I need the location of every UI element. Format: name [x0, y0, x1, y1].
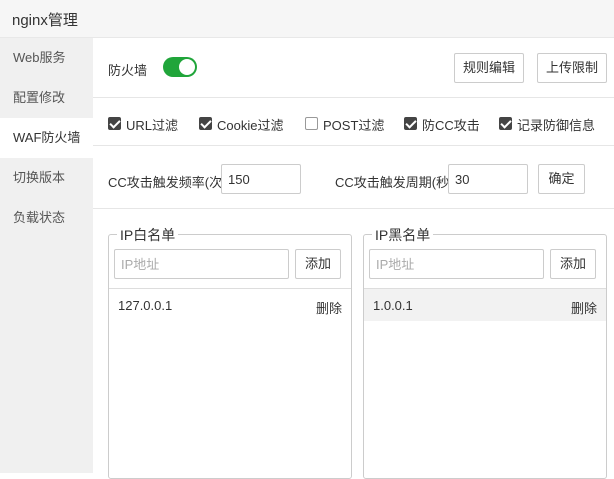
filter-options-row: URL过滤 Cookie过滤 POST过滤 防CC攻击 记录防御信息	[93, 98, 614, 146]
checkbox-checked-icon	[404, 117, 417, 130]
cc-frequency-label: CC攻击触发频率(次)	[108, 175, 227, 190]
whitelist-add-button[interactable]: 添加	[295, 249, 341, 279]
firewall-label: 防火墙	[108, 63, 148, 78]
list-item: 127.0.0.1 删除	[109, 289, 351, 321]
upload-limit-button[interactable]: 上传限制	[537, 53, 607, 83]
checkbox-label: URL过滤	[126, 118, 179, 133]
ip-whitelist-panel: IP白名单 添加 127.0.0.1 删除	[108, 225, 352, 479]
sidebar-item-load-status[interactable]: 负载状态	[0, 198, 93, 238]
toggle-knob	[179, 59, 195, 75]
checkbox-label: POST过滤	[323, 118, 385, 133]
checkbox-checked-icon	[499, 117, 512, 130]
list-item-ip: 127.0.0.1	[118, 298, 173, 313]
cc-frequency-input[interactable]	[221, 164, 301, 194]
checkbox-unchecked-icon	[305, 117, 318, 130]
checkbox-checked-icon	[108, 117, 121, 130]
firewall-toggle[interactable]	[163, 57, 197, 77]
cc-confirm-button[interactable]: 确定	[538, 164, 585, 194]
sidebar-item-config-edit[interactable]: 配置修改	[0, 78, 93, 118]
checkbox-label: Cookie过滤	[217, 118, 284, 133]
sidebar-item-web-service[interactable]: Web服务	[0, 38, 93, 78]
list-item: 1.0.0.1 删除	[364, 289, 606, 321]
log-defense-checkbox[interactable]: 记录防御信息	[499, 115, 596, 133]
sidebar-item-waf-firewall[interactable]: WAF防火墙	[0, 118, 93, 158]
url-filter-checkbox[interactable]: URL过滤	[108, 115, 179, 133]
checkbox-label: 防CC攻击	[422, 118, 480, 133]
ip-blacklist-panel: IP黑名单 添加 1.0.0.1 删除	[363, 225, 607, 479]
window-titlebar: nginx管理	[0, 0, 614, 38]
cc-period-input[interactable]	[448, 164, 528, 194]
rules-edit-button[interactable]: 规则编辑	[454, 53, 524, 83]
anti-cc-checkbox[interactable]: 防CC攻击	[404, 115, 480, 133]
main-panel: 防火墙 规则编辑 上传限制 URL过滤 Cookie过滤 POST过滤 防CC攻…	[93, 38, 614, 479]
sidebar-item-switch-version[interactable]: 切换版本	[0, 158, 93, 198]
firewall-row: 防火墙 规则编辑 上传限制	[93, 38, 614, 98]
checkbox-label: 记录防御信息	[517, 118, 596, 133]
cc-period-label: CC攻击触发周期(秒)	[335, 175, 454, 190]
checkbox-checked-icon	[199, 117, 212, 130]
blacklist-add-button[interactable]: 添加	[550, 249, 596, 279]
blacklist-ip-input[interactable]	[369, 249, 544, 279]
whitelist-ip-input[interactable]	[114, 249, 289, 279]
delete-button[interactable]: 删除	[571, 298, 597, 317]
delete-button[interactable]: 删除	[316, 298, 342, 317]
cookie-filter-checkbox[interactable]: Cookie过滤	[199, 115, 284, 133]
window-title: nginx管理	[12, 12, 78, 29]
list-item-ip: 1.0.0.1	[373, 298, 413, 313]
cc-settings-row: CC攻击触发频率(次) CC攻击触发周期(秒) 确定	[93, 146, 614, 209]
sidebar: Web服务 配置修改 WAF防火墙 切换版本 负载状态	[0, 38, 93, 473]
post-filter-checkbox[interactable]: POST过滤	[305, 115, 385, 133]
blacklist-title: IP黑名单	[372, 225, 434, 245]
whitelist-title: IP白名单	[117, 225, 179, 245]
